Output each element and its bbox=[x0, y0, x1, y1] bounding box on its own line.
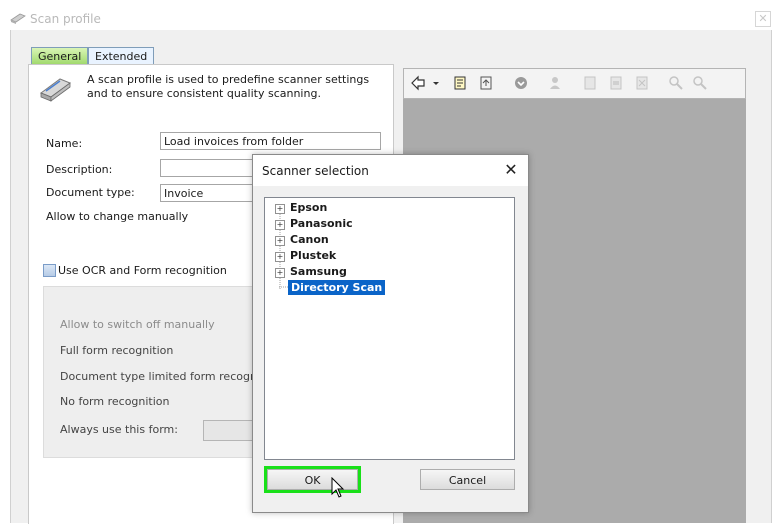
name-label: Name: bbox=[46, 137, 83, 150]
mouse-cursor-icon bbox=[331, 477, 345, 498]
zoom-out-icon[interactable] bbox=[692, 75, 708, 91]
allow-change-label: Allow to change manually bbox=[46, 210, 189, 223]
tree-item-plustek[interactable]: Plustek bbox=[290, 249, 336, 262]
tree-item-samsung[interactable]: Samsung bbox=[290, 265, 347, 278]
back-arrow-icon[interactable] bbox=[410, 75, 426, 91]
intro-text: A scan profile is used to predefine scan… bbox=[87, 73, 370, 100]
zoom-in-icon[interactable] bbox=[668, 75, 684, 91]
window-titlebar: Scan profile ✕ bbox=[0, 0, 781, 30]
dialog-title: Scanner selection bbox=[262, 164, 369, 178]
close-icon[interactable]: ✕ bbox=[755, 11, 771, 27]
page-delete-icon[interactable] bbox=[634, 75, 650, 91]
dropdown-arrow-icon[interactable] bbox=[432, 75, 440, 91]
ocr-label: Use OCR and Form recognition bbox=[58, 264, 227, 277]
scanner-tree[interactable]: + Epson + Panasonic + Canon + Plustek + … bbox=[264, 197, 515, 460]
tree-item-panasonic[interactable]: Panasonic bbox=[290, 217, 353, 230]
scanner-selection-dialog: Scanner selection ✕ + Epson + Panasonic … bbox=[252, 154, 529, 513]
expand-icon[interactable]: + bbox=[275, 236, 285, 246]
tree-item-canon[interactable]: Canon bbox=[290, 233, 329, 246]
tree-item-epson[interactable]: Epson bbox=[290, 201, 327, 214]
expand-icon[interactable]: + bbox=[275, 220, 285, 230]
name-field[interactable]: Load invoices from folder bbox=[160, 132, 381, 150]
limited-form-option[interactable]: Document type limited form recognition bbox=[60, 370, 281, 383]
no-form-option[interactable]: No form recognition bbox=[60, 395, 170, 408]
tab-general[interactable]: General bbox=[31, 47, 89, 65]
shield-icon[interactable] bbox=[513, 75, 529, 91]
allow-switch-off-option[interactable]: Allow to switch off manually bbox=[60, 318, 215, 331]
window-title: Scan profile bbox=[30, 12, 101, 26]
expand-icon[interactable]: + bbox=[275, 204, 285, 214]
tab-extended[interactable]: Extended bbox=[88, 47, 155, 65]
page-icon[interactable] bbox=[582, 75, 598, 91]
dialog-titlebar: Scanner selection ✕ bbox=[253, 155, 528, 186]
document-type-label: Document type: bbox=[46, 186, 135, 199]
cancel-button[interactable]: Cancel bbox=[420, 469, 515, 490]
description-label: Description: bbox=[46, 163, 113, 176]
always-form-label: Always use this form: bbox=[60, 423, 178, 436]
viewer-toolbar bbox=[403, 68, 746, 99]
close-icon[interactable]: ✕ bbox=[501, 160, 521, 180]
ocr-checkbox[interactable] bbox=[43, 264, 56, 277]
scanner-icon bbox=[10, 13, 26, 24]
scanner-icon bbox=[39, 78, 72, 102]
user-icon[interactable] bbox=[547, 75, 563, 91]
scan-document-icon[interactable] bbox=[452, 75, 468, 91]
full-form-option[interactable]: Full form recognition bbox=[60, 344, 173, 357]
highlight-frame bbox=[264, 466, 361, 493]
page-copy-icon[interactable] bbox=[608, 75, 624, 91]
expand-icon[interactable]: + bbox=[275, 268, 285, 278]
import-icon[interactable] bbox=[478, 75, 494, 91]
expand-icon[interactable]: + bbox=[275, 252, 285, 262]
tree-item-directory-scan[interactable]: Directory Scan bbox=[288, 280, 386, 295]
always-form-field[interactable] bbox=[203, 420, 257, 441]
